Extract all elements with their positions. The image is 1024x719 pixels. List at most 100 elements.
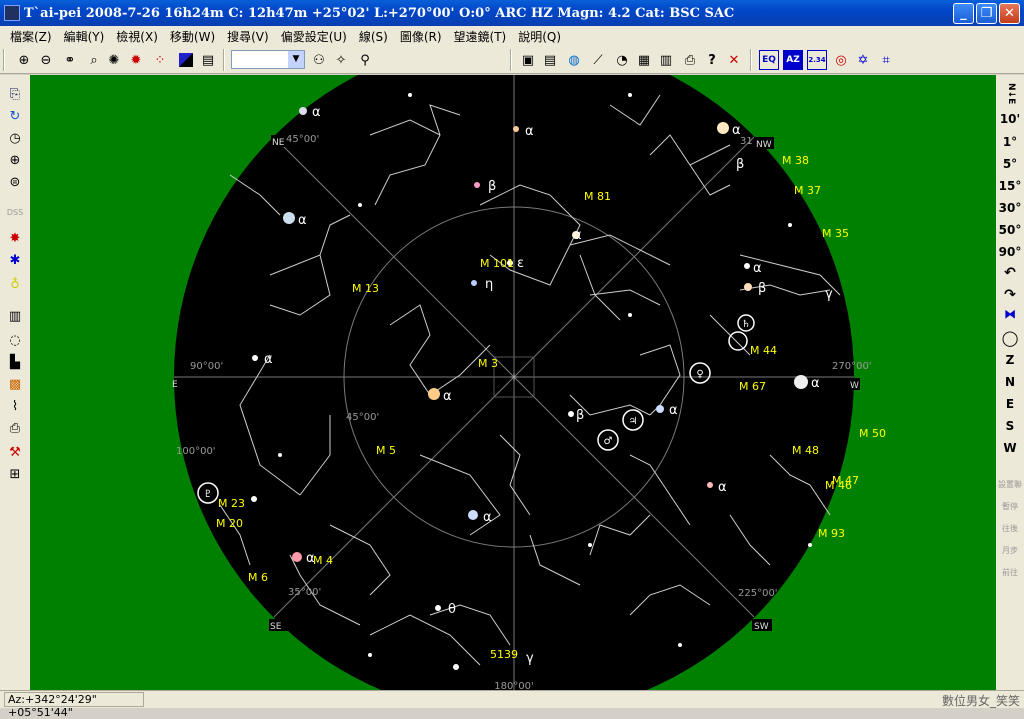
messier-label: M 44 [750, 344, 777, 357]
layers-icon[interactable]: ▥ [5, 307, 25, 327]
star-label: α [718, 480, 727, 495]
star [358, 203, 362, 207]
fov-50deg-button[interactable]: 50° [996, 223, 1024, 237]
constellation-icon[interactable]: ✡ [853, 50, 873, 70]
zoom-out-icon[interactable]: ⊖ [36, 50, 56, 70]
compass-icon[interactable]: ⊕ [5, 151, 25, 171]
west-button[interactable]: W [996, 441, 1024, 455]
rotate-right-icon[interactable]: ↷ [996, 287, 1024, 303]
circle-icon[interactable]: ◯ [996, 329, 1024, 347]
sky-chart-area[interactable]: + ♄ ♀ ♃ ♂ ♇ NE NW E W SE SW 45°00' 31 90… [30, 75, 996, 690]
tools-icon[interactable]: ⚒ [5, 443, 25, 463]
fov-15deg-button[interactable]: 15° [996, 179, 1024, 193]
backward-button[interactable]: 往後 [996, 523, 1024, 534]
calendar-icon[interactable]: ▦ [634, 50, 654, 70]
star-cluster-icon[interactable]: ✺ [104, 50, 124, 70]
sky-chart[interactable]: + ♄ ♀ ♃ ♂ ♇ NE NW E W SE SW 45°00' 31 90… [30, 75, 996, 690]
grid-label: 90°00' [190, 361, 223, 372]
add-icon[interactable]: ⊞ [5, 465, 25, 485]
copy-icon[interactable]: ⎘ [5, 85, 25, 105]
fov-1deg-button[interactable]: 1° [996, 135, 1024, 149]
dial-icon[interactable]: ◌ [5, 331, 25, 351]
jupiter-glyph: ♃ [629, 416, 638, 427]
page-icon[interactable]: ▤ [540, 50, 560, 70]
zoom-in-icon[interactable]: ⊕ [14, 50, 34, 70]
target-icon[interactable]: ◎ [831, 50, 851, 70]
save-icon[interactable]: ▣ [518, 50, 538, 70]
mirror-icon[interactable]: ⧓ [996, 307, 1024, 321]
planets-icon[interactable]: ⁘ [150, 50, 170, 70]
print-icon[interactable]: ⎙ [5, 419, 25, 439]
rotate-left-icon[interactable]: ↶ [996, 265, 1024, 281]
star [678, 643, 682, 647]
eq-button[interactable]: EQ [759, 50, 779, 70]
clock-icon[interactable]: ◷ [5, 129, 25, 149]
watermark: 數位男女_笑笑 [941, 694, 1020, 708]
chevron-down-icon[interactable]: ▼ [288, 51, 304, 68]
maximize-button[interactable]: ❐ [976, 3, 997, 24]
star-label: ε [517, 256, 524, 271]
fov-5deg-button[interactable]: 5° [996, 157, 1024, 171]
grid-icon[interactable]: ⌗ [876, 50, 896, 70]
north-button[interactable]: N [996, 375, 1024, 389]
east-button[interactable]: E [996, 397, 1024, 411]
dss-icon[interactable]: DSS [5, 203, 25, 223]
list-icon[interactable]: ▥ [656, 50, 676, 70]
telescope-icon[interactable]: ⟋ [588, 50, 608, 70]
refresh-icon[interactable]: ↻ [5, 107, 25, 127]
horizon-icon[interactable]: ⊜ [5, 173, 25, 193]
magnifier-icon[interactable]: ⌕ [84, 50, 104, 70]
menu-help[interactable]: 說明(Q) [512, 28, 567, 45]
zenith-button[interactable]: Z [996, 353, 1024, 367]
pause-button[interactable]: 暫停 [996, 501, 1024, 512]
printer-icon[interactable]: ⎙ [680, 50, 700, 70]
cancel-icon[interactable]: ✕ [724, 50, 744, 70]
star [368, 653, 372, 657]
object-combo[interactable]: ▼ [231, 50, 305, 69]
toolbar-separator [510, 49, 512, 71]
contrast-icon[interactable] [176, 50, 196, 70]
nebula-icon[interactable]: ✸ [5, 229, 25, 249]
document-icon[interactable]: ▤ [198, 50, 218, 70]
binoculars-zoom-icon[interactable]: ⚭ [60, 50, 80, 70]
galaxy-icon[interactable]: ✱ [5, 251, 25, 271]
help-icon[interactable]: ? [702, 50, 722, 70]
messier-label: M 67 [739, 380, 766, 393]
az-button[interactable]: AZ [783, 50, 803, 70]
south-button[interactable]: S [996, 419, 1024, 433]
setup-link-button[interactable]: 設置聯 [996, 479, 1024, 490]
menu-preferences[interactable]: 偏愛設定(U) [275, 28, 353, 45]
star-label: γ [526, 651, 534, 666]
menu-search[interactable]: 搜尋(V) [221, 28, 275, 45]
minimize-button[interactable]: _ [953, 3, 974, 24]
find-person-icon[interactable]: ⚲ [355, 50, 375, 70]
bulb-icon[interactable]: ♁ [5, 275, 25, 295]
star-label: α [732, 123, 741, 138]
menu-move[interactable]: 移動(W) [164, 28, 221, 45]
star [408, 93, 412, 97]
menu-telescope[interactable]: 望遠鏡(T) [448, 28, 513, 45]
menu-images[interactable]: 圖像(R) [394, 28, 448, 45]
month-step-button[interactable]: 月步 [996, 545, 1024, 556]
forward-button[interactable]: 前往 [996, 567, 1024, 578]
orientation-label[interactable]: N↓E [1005, 83, 1016, 104]
menu-view[interactable]: 檢視(X) [110, 28, 164, 45]
close-button[interactable]: ✕ [999, 3, 1020, 24]
fov-10min-button[interactable]: 10' [996, 112, 1024, 126]
globe-icon[interactable]: ◍ [564, 50, 584, 70]
binoculars-icon[interactable]: ⚇ [309, 50, 329, 70]
bucket-icon[interactable]: ▙ [5, 353, 25, 373]
image-icon[interactable]: ▩ [5, 375, 25, 395]
messier-label: M 23 [218, 497, 245, 510]
menu-file[interactable]: 檔案(Z) [4, 28, 58, 45]
fov-90deg-button[interactable]: 90° [996, 245, 1024, 259]
chart-icon[interactable]: ⌇ [5, 397, 25, 417]
find-star-icon[interactable]: ✧ [331, 50, 351, 70]
dial-icon[interactable]: ◔ [612, 50, 632, 70]
fov-30deg-button[interactable]: 30° [996, 201, 1024, 215]
sun-icon[interactable]: ✹ [126, 50, 146, 70]
menu-lines[interactable]: 線(S) [353, 28, 394, 45]
ratio-button[interactable]: 2.34 [807, 50, 827, 70]
status-bar: Az:+342°24'29" +05°51'44" 數位男女_笑笑 [0, 690, 1024, 719]
menu-edit[interactable]: 編輯(Y) [58, 28, 111, 45]
